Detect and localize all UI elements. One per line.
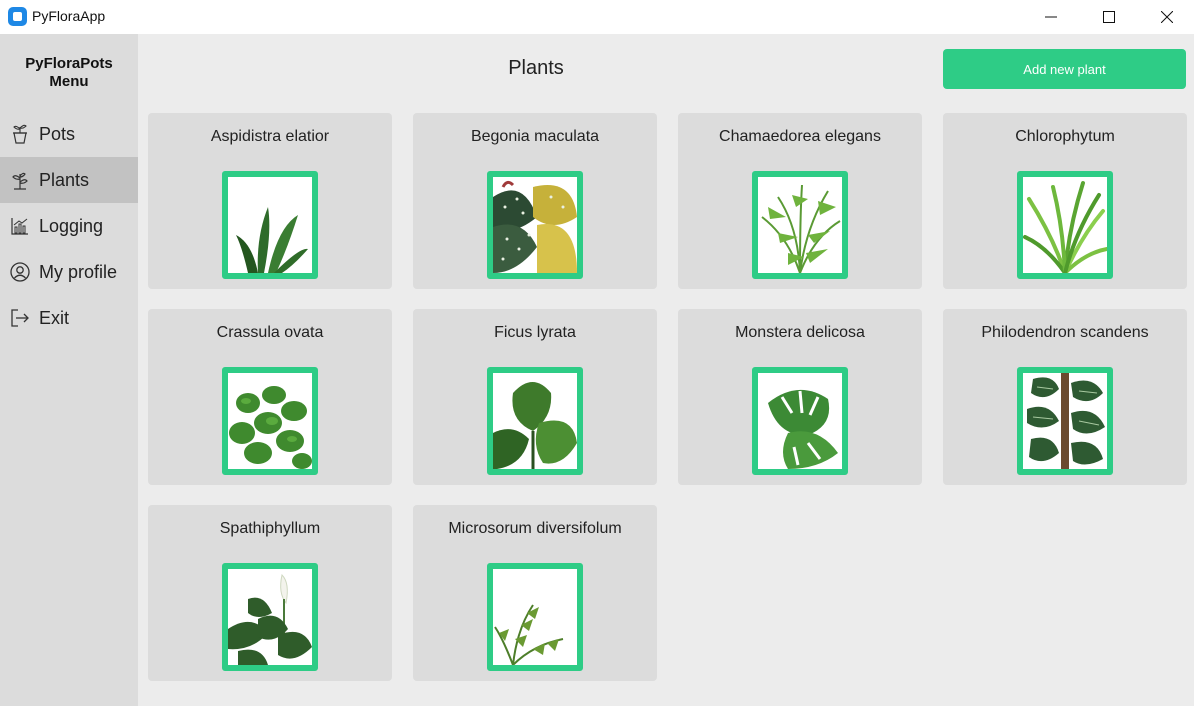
plant-name: Chlorophytum — [1015, 128, 1115, 145]
plant-card[interactable]: Chamaedorea elegans — [678, 113, 922, 289]
add-new-plant-button[interactable]: Add new plant — [943, 49, 1186, 89]
plant-name: Aspidistra elatior — [210, 128, 330, 145]
window-title: PyFloraApp — [32, 8, 106, 24]
sidebar-item-pots[interactable]: Pots — [0, 111, 138, 157]
plant-name: Ficus lyrata — [494, 324, 576, 341]
page-title: Plants — [508, 57, 564, 79]
plant-card[interactable]: Spathiphyllum — [148, 505, 392, 681]
plant-card[interactable]: Crassula ovata — [148, 309, 392, 485]
plant-image — [1017, 171, 1113, 279]
plant-icon — [10, 170, 30, 190]
menu-title-text: PyFloraPots Menu — [25, 55, 113, 90]
close-button[interactable] — [1138, 0, 1194, 34]
plant-image — [222, 367, 318, 475]
sidebar-item-label: Pots — [39, 123, 76, 144]
maximize-icon — [1103, 11, 1115, 23]
sidebar: PyFloraPots Menu Pots Plants Logging My … — [0, 34, 138, 706]
plant-name: Begonia maculata — [470, 128, 600, 145]
minimize-icon — [1045, 16, 1057, 18]
plant-name: Philodendron scandens — [981, 324, 1149, 341]
minimize-button[interactable] — [1022, 0, 1080, 34]
plant-image — [487, 367, 583, 475]
plant-card[interactable]: Monstera delicosa — [678, 309, 922, 485]
plant-name: Spathiphyllum — [219, 520, 321, 537]
close-icon — [1161, 11, 1173, 23]
sidebar-item-label: My profile — [39, 261, 118, 282]
sidebar-item-plants[interactable]: Plants — [0, 157, 138, 203]
plant-name: Chamaedorea elegans — [719, 128, 881, 145]
sidebar-item-label: Logging — [39, 215, 104, 236]
plant-card[interactable]: Begonia maculata — [413, 113, 657, 289]
app-icon — [8, 7, 27, 26]
sidebar-item-exit[interactable]: Exit — [0, 295, 138, 341]
plant-image — [1017, 367, 1113, 475]
plant-card[interactable]: Chlorophytum — [943, 113, 1187, 289]
plant-card[interactable]: Philodendron scandens — [943, 309, 1187, 485]
plant-image — [752, 171, 848, 279]
exit-icon — [10, 308, 30, 328]
sidebar-item-label: Plants — [39, 169, 90, 190]
menu-title: PyFloraPots Menu — [0, 55, 138, 91]
sidebar-item-my-profile[interactable]: My profile — [0, 249, 138, 295]
plant-name: Crassula ovata — [216, 324, 324, 341]
profile-icon — [10, 262, 30, 282]
chart-icon — [10, 216, 30, 236]
title-bar: PyFloraApp — [0, 0, 1194, 34]
plant-card[interactable]: Aspidistra elatior — [148, 113, 392, 289]
pot-icon — [10, 124, 30, 144]
plant-card[interactable]: Ficus lyrata — [413, 309, 657, 485]
plant-image — [752, 367, 848, 475]
plant-name: Microsorum diversifolum — [448, 520, 622, 537]
sidebar-item-label: Exit — [39, 307, 70, 328]
plant-image — [222, 563, 318, 671]
plant-image — [487, 563, 583, 671]
sidebar-item-logging[interactable]: Logging — [0, 203, 138, 249]
plant-image — [487, 171, 583, 279]
maximize-button[interactable] — [1080, 0, 1138, 34]
plant-card[interactable]: Microsorum diversifolum — [413, 505, 657, 681]
plant-image — [222, 171, 318, 279]
plant-name: Monstera delicosa — [735, 324, 865, 341]
